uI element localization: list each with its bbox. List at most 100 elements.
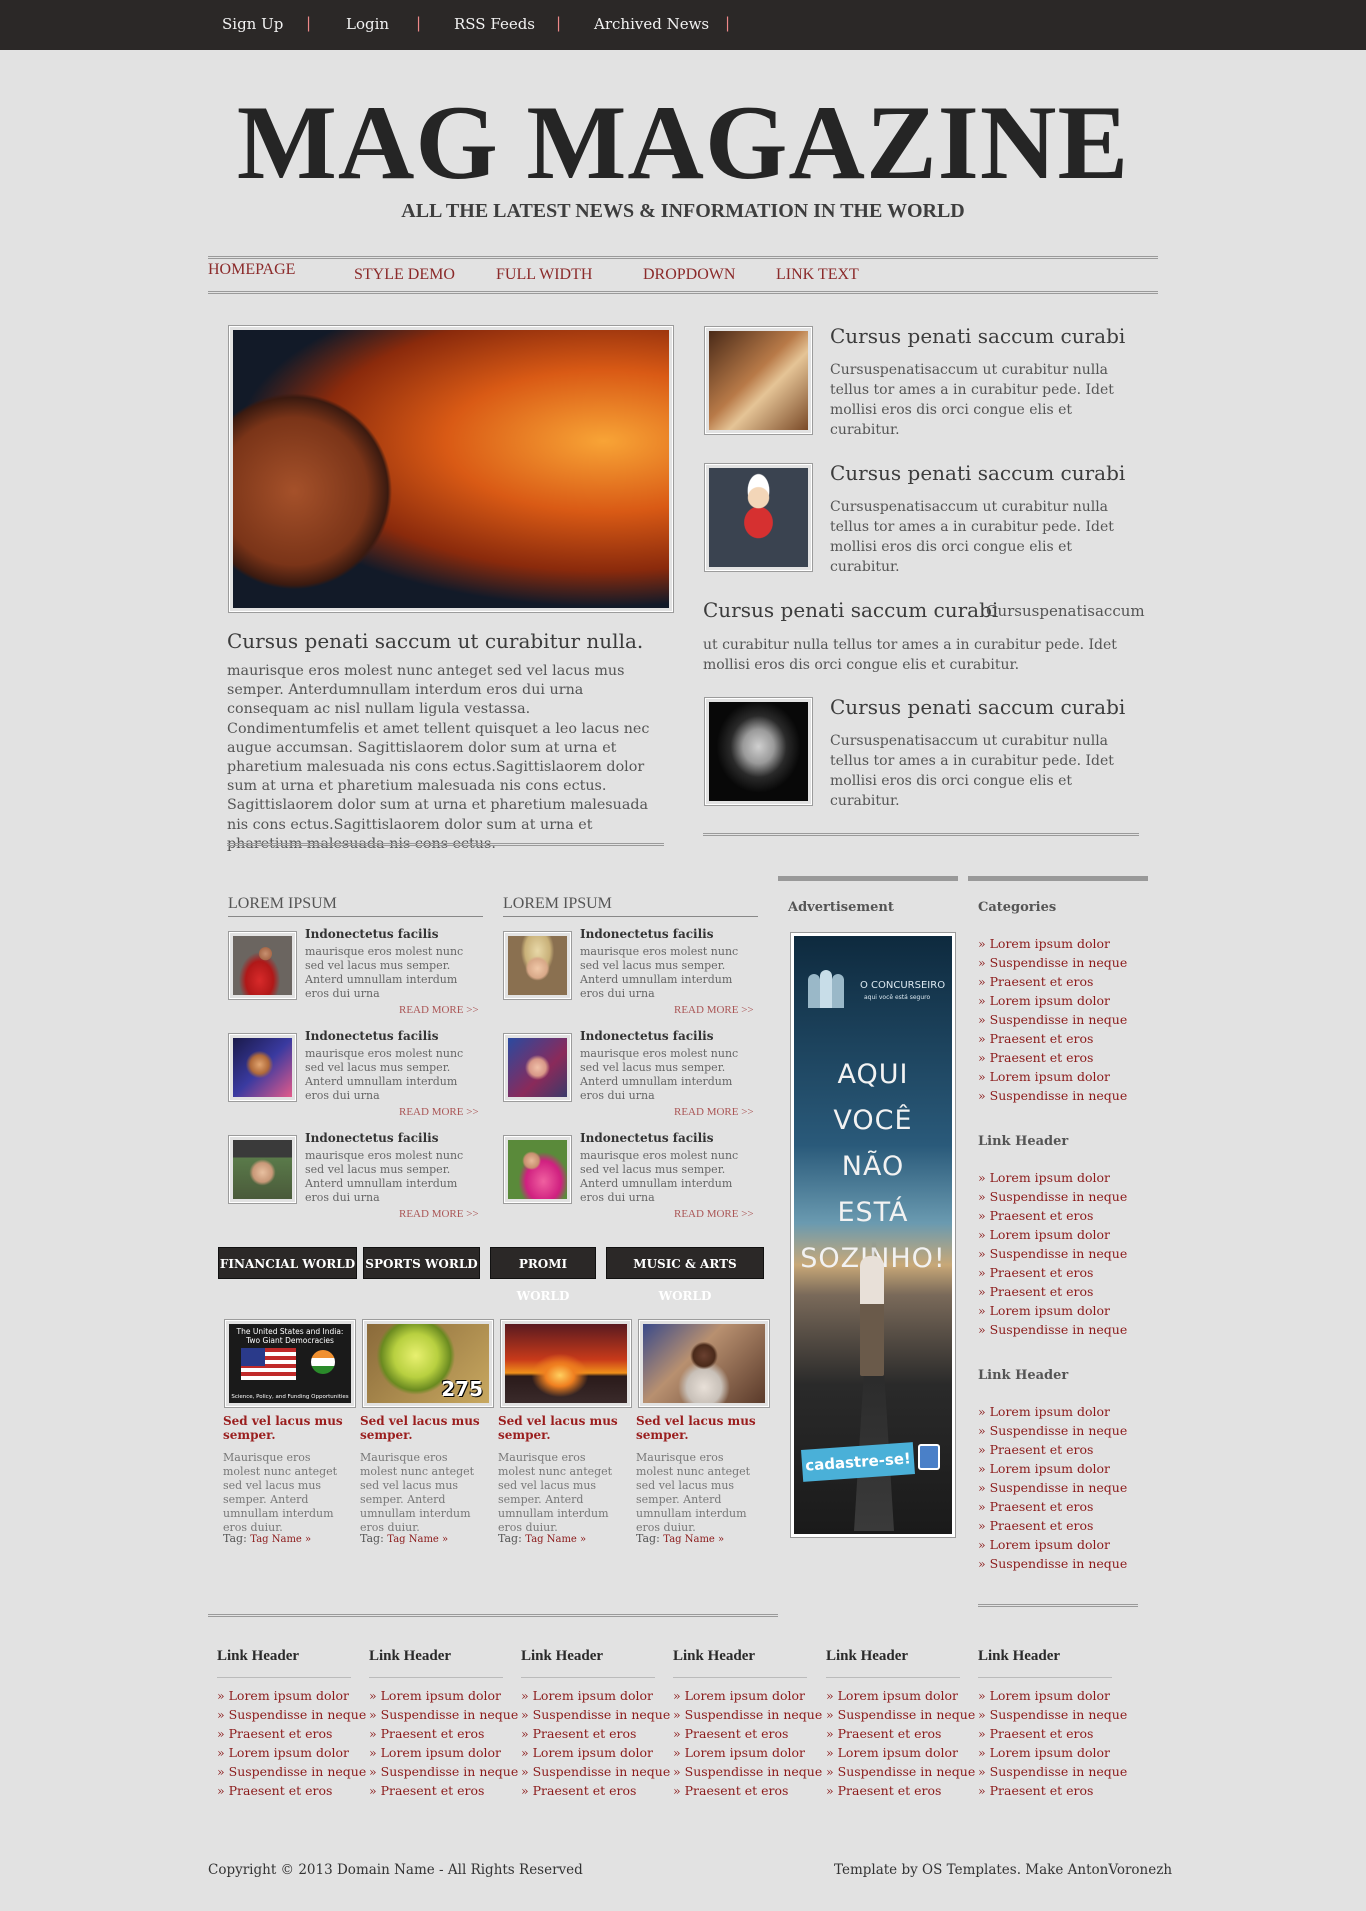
footer-link[interactable]: Praesent et eros	[826, 1726, 941, 1741]
footer-link[interactable]: Lorem ipsum dolor	[978, 1745, 1110, 1760]
tab-sports-world[interactable]: SPORTS WORLD	[363, 1247, 480, 1279]
read-more-link[interactable]: READ MORE >>	[399, 1208, 479, 1220]
footer-link[interactable]: Suspendisse in neque	[826, 1707, 975, 1722]
ad-banner[interactable]: O CONCURSEIRO aqui você está seguro AQUI…	[790, 932, 956, 1538]
footer-link[interactable]: Praesent et eros	[673, 1783, 788, 1798]
sidebar-link[interactable]: Lorem ipsum dolor	[978, 1069, 1110, 1084]
footer-link[interactable]: Suspendisse in neque	[826, 1764, 975, 1779]
sidebar-link[interactable]: Lorem ipsum dolor	[978, 936, 1110, 951]
menu-full-width[interactable]: FULL WIDTH	[496, 266, 592, 284]
tab-financial-world[interactable]: FINANCIAL WORLD	[218, 1247, 357, 1279]
footer-link[interactable]: Praesent et eros	[369, 1726, 484, 1741]
news-thumb[interactable]	[503, 1135, 572, 1204]
sidebar-link[interactable]: Praesent et eros	[978, 1265, 1093, 1280]
sidebar-link[interactable]: Praesent et eros	[978, 1442, 1093, 1457]
footer-link[interactable]: Suspendisse in neque	[217, 1707, 366, 1722]
footer-link[interactable]: Lorem ipsum dolor	[673, 1745, 805, 1760]
article-image[interactable]	[704, 326, 813, 435]
tag-link[interactable]: Tag Name »	[387, 1534, 448, 1545]
news-title[interactable]: Indonectetus facilis	[305, 1029, 438, 1043]
sidebar-link[interactable]: Lorem ipsum dolor	[978, 1170, 1110, 1185]
news-title[interactable]: Indonectetus facilis	[580, 927, 713, 941]
feature-image[interactable]	[228, 325, 674, 613]
article-title[interactable]: Cursus penati saccum curabi	[830, 695, 1125, 719]
read-more-link[interactable]: READ MORE >>	[674, 1004, 754, 1016]
menu-link-text[interactable]: LINK TEXT	[776, 266, 859, 284]
thumb-image[interactable]	[638, 1319, 770, 1408]
footer-link[interactable]: Suspendisse in neque	[978, 1707, 1127, 1722]
sidebar-link[interactable]: Praesent et eros	[978, 1518, 1093, 1533]
sidebar-link[interactable]: Lorem ipsum dolor	[978, 1537, 1110, 1552]
tag-link[interactable]: Tag Name »	[525, 1534, 586, 1545]
sidebar-link[interactable]: Suspendisse in neque	[978, 1012, 1127, 1027]
sidebar-link[interactable]: Praesent et eros	[978, 1050, 1093, 1065]
tag-link[interactable]: Tag Name »	[663, 1534, 724, 1545]
sidebar-link[interactable]: Suspendisse in neque	[978, 955, 1127, 970]
news-title[interactable]: Indonectetus facilis	[305, 1131, 438, 1145]
sidebar-link[interactable]: Suspendisse in neque	[978, 1246, 1127, 1261]
read-more-link[interactable]: READ MORE >>	[399, 1106, 479, 1118]
tag-link[interactable]: Tag Name »	[250, 1534, 311, 1545]
sidebar-link[interactable]: Praesent et eros	[978, 1499, 1093, 1514]
menu-homepage[interactable]: HOMEPAGE	[208, 259, 295, 278]
footer-link[interactable]: Lorem ipsum dolor	[217, 1745, 349, 1760]
tab-music-arts-world[interactable]: MUSIC & ARTS WORLD	[606, 1247, 764, 1303]
news-title[interactable]: Indonectetus facilis	[580, 1029, 713, 1043]
footer-link[interactable]: Lorem ipsum dolor	[521, 1688, 653, 1703]
sidebar-link[interactable]: Suspendisse in neque	[978, 1480, 1127, 1495]
archived-news-link[interactable]: Archived News	[594, 15, 709, 33]
footer-link[interactable]: Praesent et eros	[978, 1726, 1093, 1741]
footer-link[interactable]: Praesent et eros	[217, 1726, 332, 1741]
news-thumb[interactable]	[228, 1033, 297, 1102]
article-image[interactable]	[704, 463, 813, 572]
footer-link[interactable]: Suspendisse in neque	[217, 1764, 366, 1779]
footer-link[interactable]: Suspendisse in neque	[673, 1707, 822, 1722]
rss-feeds-link[interactable]: RSS Feeds	[454, 15, 535, 33]
footer-link[interactable]: Praesent et eros	[826, 1783, 941, 1798]
sidebar-link[interactable]: Suspendisse in neque	[978, 1322, 1127, 1337]
footer-link[interactable]: Lorem ipsum dolor	[369, 1745, 501, 1760]
sidebar-link[interactable]: Praesent et eros	[978, 974, 1093, 989]
news-thumb[interactable]	[228, 931, 297, 1000]
footer-link[interactable]: Praesent et eros	[521, 1726, 636, 1741]
footer-link[interactable]: Suspendisse in neque	[673, 1764, 822, 1779]
sidebar-link[interactable]: Praesent et eros	[978, 1031, 1093, 1046]
sidebar-link[interactable]: Lorem ipsum dolor	[978, 1461, 1110, 1476]
thumb-image[interactable]: The United States and India: Two Giant D…	[224, 1319, 356, 1408]
sidebar-link[interactable]: Suspendisse in neque	[978, 1088, 1127, 1103]
footer-link[interactable]: Praesent et eros	[673, 1726, 788, 1741]
news-thumb[interactable]	[503, 1033, 572, 1102]
footer-link[interactable]: Suspendisse in neque	[521, 1764, 670, 1779]
footer-link[interactable]: Praesent et eros	[521, 1783, 636, 1798]
template-credit[interactable]: Template by OS Templates. Make AntonVoro…	[834, 1862, 1172, 1878]
footer-link[interactable]: Lorem ipsum dolor	[673, 1688, 805, 1703]
sidebar-link[interactable]: Praesent et eros	[978, 1208, 1093, 1223]
news-thumb[interactable]	[503, 931, 572, 1000]
footer-link[interactable]: Suspendisse in neque	[521, 1707, 670, 1722]
footer-link[interactable]: Praesent et eros	[369, 1783, 484, 1798]
news-title[interactable]: Indonectetus facilis	[305, 927, 438, 941]
footer-link[interactable]: Praesent et eros	[978, 1783, 1093, 1798]
read-more-link[interactable]: READ MORE >>	[399, 1004, 479, 1016]
footer-link[interactable]: Suspendisse in neque	[978, 1764, 1127, 1779]
menu-dropdown[interactable]: DROPDOWN	[643, 266, 735, 284]
sidebar-link[interactable]: Lorem ipsum dolor	[978, 1227, 1110, 1242]
read-more-link[interactable]: READ MORE >>	[674, 1208, 754, 1220]
thumb-caption[interactable]: Sed vel lacus mus semper.	[636, 1414, 768, 1442]
footer-link[interactable]: Praesent et eros	[217, 1783, 332, 1798]
sidebar-link[interactable]: Lorem ipsum dolor	[978, 1404, 1110, 1419]
sidebar-link[interactable]: Lorem ipsum dolor	[978, 1303, 1110, 1318]
sidebar-link[interactable]: Suspendisse in neque	[978, 1189, 1127, 1204]
thumb-caption[interactable]: Sed vel lacus mus semper.	[223, 1414, 355, 1442]
ad-cta-button[interactable]: cadastre-se!	[801, 1442, 915, 1482]
article-title[interactable]: Cursus penati saccum curabi	[703, 598, 998, 622]
footer-link[interactable]: Lorem ipsum dolor	[826, 1745, 958, 1760]
thumb-image[interactable]: 275	[362, 1319, 494, 1408]
tab-promi-world[interactable]: PROMI WORLD	[490, 1247, 596, 1303]
footer-link[interactable]: Suspendisse in neque	[369, 1764, 518, 1779]
feature-title[interactable]: Cursus penati saccum ut curabitur nulla.	[227, 629, 643, 653]
news-title[interactable]: Indonectetus facilis	[580, 1131, 713, 1145]
article-title[interactable]: Cursus penati saccum curabi	[830, 461, 1125, 485]
read-more-link[interactable]: READ MORE >>	[674, 1106, 754, 1118]
sidebar-link[interactable]: Suspendisse in neque	[978, 1423, 1127, 1438]
